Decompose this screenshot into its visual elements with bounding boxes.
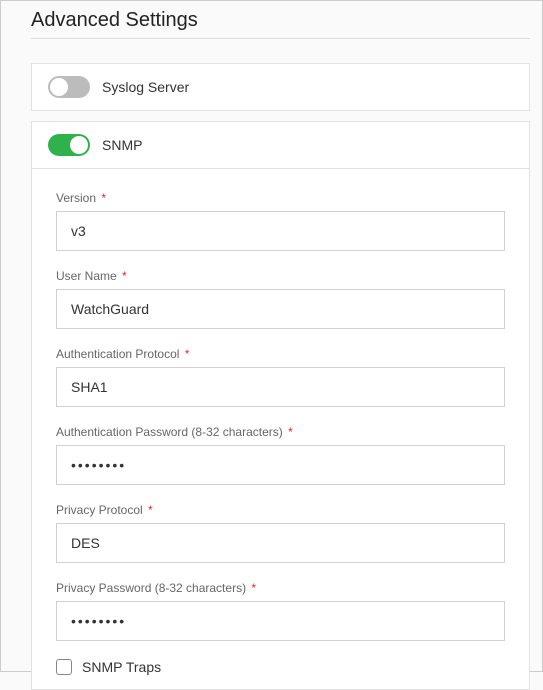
auth-password-label-text: Authentication Password (8-32 characters…	[56, 425, 283, 439]
auth-protocol-select[interactable]: SHA1	[56, 367, 505, 407]
syslog-label: Syslog Server	[102, 79, 189, 95]
version-label: Version *	[56, 191, 505, 205]
username-label: User Name *	[56, 269, 505, 283]
privacy-protocol-value: DES	[71, 535, 100, 551]
privacy-password-value: ••••••••	[71, 613, 126, 629]
auth-password-input[interactable]: ••••••••	[56, 445, 505, 485]
auth-protocol-label-text: Authentication Protocol	[56, 347, 179, 361]
auth-password-value: ••••••••	[71, 457, 126, 473]
required-marker: *	[288, 425, 293, 439]
username-input[interactable]: WatchGuard	[56, 289, 505, 329]
page-title: Advanced Settings	[31, 9, 530, 39]
privacy-password-input[interactable]: ••••••••	[56, 601, 505, 641]
privacy-password-label: Privacy Password (8-32 characters) *	[56, 581, 505, 595]
version-field-group: Version * v3	[56, 191, 505, 251]
auth-protocol-field-group: Authentication Protocol * SHA1	[56, 347, 505, 407]
syslog-toggle[interactable]	[48, 76, 90, 98]
auth-password-label: Authentication Password (8-32 characters…	[56, 425, 505, 439]
privacy-password-field-group: Privacy Password (8-32 characters) * •••…	[56, 581, 505, 641]
required-marker: *	[185, 347, 190, 361]
snmp-traps-label: SNMP Traps	[82, 659, 161, 675]
toggle-knob-icon	[70, 136, 88, 154]
required-marker: *	[148, 503, 153, 517]
privacy-protocol-field-group: Privacy Protocol * DES	[56, 503, 505, 563]
toggle-knob-icon	[50, 78, 68, 96]
snmp-toggle[interactable]	[48, 134, 90, 156]
snmp-traps-row: SNMP Traps	[56, 659, 505, 675]
snmp-traps-checkbox[interactable]	[56, 659, 72, 675]
auth-protocol-label: Authentication Protocol *	[56, 347, 505, 361]
syslog-section: Syslog Server	[31, 63, 530, 111]
privacy-protocol-label: Privacy Protocol *	[56, 503, 505, 517]
snmp-form: Version * v3 User Name * WatchGuard Auth…	[31, 169, 530, 690]
required-marker: *	[122, 269, 127, 283]
username-field-group: User Name * WatchGuard	[56, 269, 505, 329]
username-label-text: User Name	[56, 269, 117, 283]
privacy-protocol-select[interactable]: DES	[56, 523, 505, 563]
auth-protocol-value: SHA1	[71, 379, 108, 395]
privacy-protocol-label-text: Privacy Protocol	[56, 503, 143, 517]
version-value: v3	[71, 223, 86, 239]
required-marker: *	[251, 581, 256, 595]
version-select[interactable]: v3	[56, 211, 505, 251]
required-marker: *	[101, 191, 106, 205]
snmp-label: SNMP	[102, 137, 142, 153]
snmp-section: SNMP	[31, 121, 530, 169]
version-label-text: Version	[56, 191, 96, 205]
username-value: WatchGuard	[71, 301, 149, 317]
auth-password-field-group: Authentication Password (8-32 characters…	[56, 425, 505, 485]
privacy-password-label-text: Privacy Password (8-32 characters)	[56, 581, 246, 595]
